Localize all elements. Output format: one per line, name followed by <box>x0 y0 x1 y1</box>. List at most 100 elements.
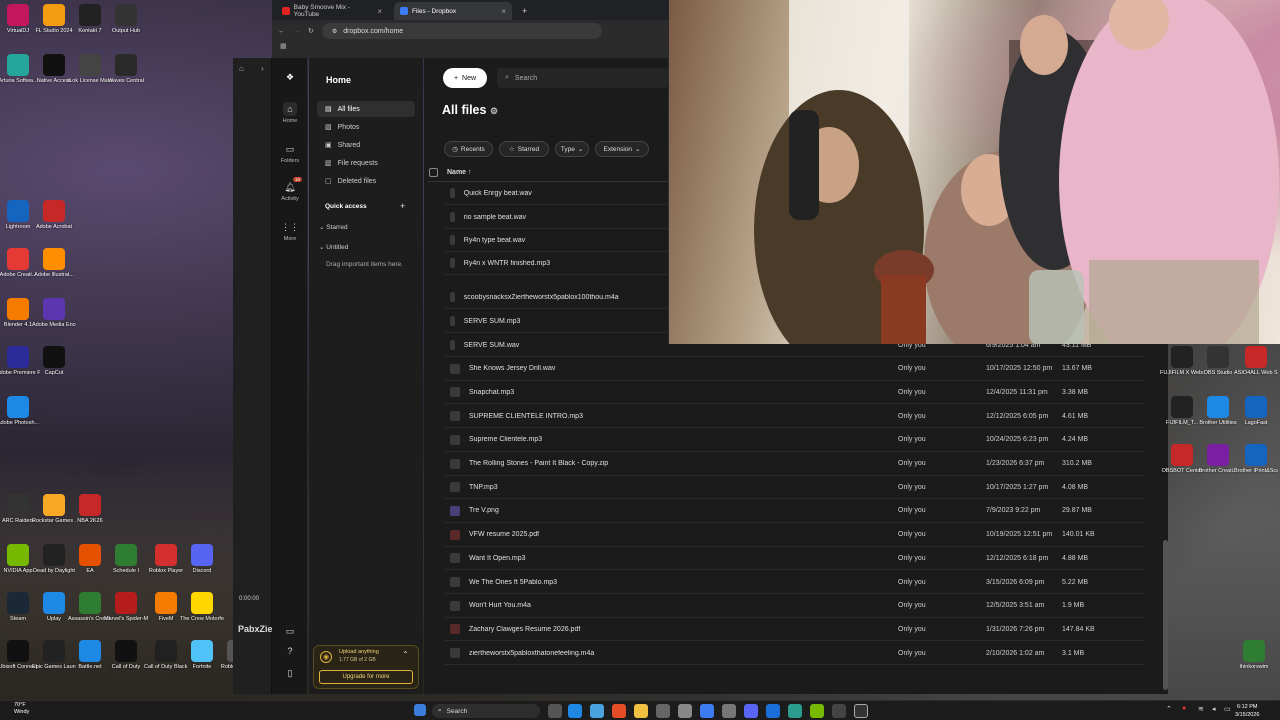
desktop-icon[interactable]: Adobe Media Encoder - Sl... <box>32 298 76 328</box>
store-icon[interactable] <box>678 704 692 718</box>
task-view-icon[interactable] <box>548 704 562 718</box>
table-row[interactable]: Ry4n x WNTR finished.mp3 <box>444 252 668 275</box>
home-icon[interactable]: ⌂ <box>239 64 244 73</box>
table-row[interactable]: Zachary Clawges Resume 2026.pdf Only you 1… <box>444 618 1144 642</box>
obs-icon[interactable] <box>854 704 868 718</box>
desktop-icon[interactable]: Adobe Acrobat <box>32 200 76 230</box>
tab-dropbox[interactable]: Files - Dropbox × <box>394 2 512 20</box>
rail-folders[interactable]: ▭ Folders <box>272 142 308 165</box>
new-button[interactable]: + New <box>443 68 487 88</box>
table-row[interactable]: rio sample beat.wav <box>444 206 668 229</box>
table-row[interactable]: scoobysnacksxZiertheworstx5pablox100thou… <box>444 286 668 309</box>
sidebar-item-photos[interactable]: ▧ Photos <box>317 119 415 135</box>
tab-youtube[interactable]: Baby Smoove Mix - YouTube × <box>276 2 388 20</box>
column-name[interactable]: Name ↑ <box>447 169 472 176</box>
desktop-icon[interactable]: CapCut <box>32 346 76 376</box>
dropbox-taskbar-icon[interactable] <box>700 704 714 718</box>
filter-extension[interactable]: Extension ⌄ <box>595 141 649 157</box>
table-row[interactable]: VFW resume 2025.pdf Only you 10/19/2025 12… <box>444 524 1144 547</box>
filter-recents[interactable]: ◷ Recents <box>444 141 493 157</box>
edge-icon[interactable] <box>568 704 582 718</box>
tray-chevron-icon[interactable]: ⌃ <box>1166 705 1172 713</box>
sidebar-item-file-requests[interactable]: ▥ File requests <box>317 155 415 171</box>
table-row[interactable]: Tre V.png Only you 7/9/2023 9:22 pm 29.87 M… <box>444 500 1144 523</box>
close-icon[interactable]: × <box>377 7 382 16</box>
desktop-icon[interactable]: Output Hub <box>104 4 148 34</box>
desktop-icon[interactable]: NBA 2K26 <box>68 494 112 524</box>
untitled-section[interactable]: ⌄ Untitled <box>319 243 348 251</box>
site-info-icon[interactable]: ⚙ <box>332 28 337 35</box>
settings-icon[interactable] <box>722 704 736 718</box>
search-input[interactable]: ⌕ Search <box>497 68 668 88</box>
volume-icon[interactable]: ◂ <box>1212 705 1216 713</box>
rail-more[interactable]: ⋮⋮ More <box>272 220 308 243</box>
table-row[interactable]: Supreme Clientele.mp3 Only you 10/24/2025 … <box>444 429 1144 452</box>
new-tab-button[interactable]: + <box>516 2 532 20</box>
app-icon[interactable] <box>832 704 846 718</box>
starred-section[interactable]: ⌄ Starred <box>319 223 348 231</box>
apps-icon[interactable]: ▦ <box>280 43 287 50</box>
chevron-up-icon[interactable]: ⌃ <box>402 650 409 659</box>
sidebar-item-all-files[interactable]: ▤ All files <box>317 101 415 117</box>
close-icon[interactable]: × <box>501 7 506 16</box>
desktop-icon[interactable]: Waves Central <box>104 54 148 84</box>
desktop-icon[interactable]: The Crew Motorfest <box>180 592 224 622</box>
table-row[interactable]: We The Ones ft 5Pablo.mp3 Only you 3/15/20… <box>444 571 1144 594</box>
table-row[interactable]: TNP.mp3 Only you 10/17/2025 1:27 pm 4.08 MB <box>444 476 1144 500</box>
copilot-icon[interactable] <box>590 704 604 718</box>
panel-icon[interactable]: ▯ <box>272 666 308 682</box>
desktop-icon[interactable]: LagoFast <box>1234 396 1278 426</box>
chevron-right-icon[interactable]: › <box>261 64 264 73</box>
rail-home[interactable]: ⌂ Home <box>272 102 308 124</box>
desktop-icon[interactable]: Adobe Photosh... <box>0 396 40 426</box>
table-row[interactable]: SERVE SUM.mp3 <box>444 310 668 333</box>
table-row[interactable]: Quick Enrgy beat.wav <box>444 182 668 205</box>
desktop-icon[interactable]: thinkorswim <box>1232 640 1276 670</box>
app-icon[interactable] <box>788 704 802 718</box>
table-row[interactable]: ziertheworstx5pabloxthatonefeeling.m4a On… <box>444 642 1144 666</box>
table-row[interactable]: Snapchat.mp3 Only you 12/4/2025 11:31 pm 3.… <box>444 381 1144 405</box>
table-row[interactable]: SUPREME CLIENTELE INTRO.mp3 Only you 12/12… <box>444 405 1144 429</box>
select-all-checkbox[interactable] <box>429 168 438 177</box>
weather-widget[interactable]: 70°F Windy <box>14 702 29 716</box>
taskbar-clock[interactable]: 6:12 PM 3/15/2026 <box>1235 703 1259 719</box>
feedback-icon[interactable]: ▭ <box>272 624 308 640</box>
taskbar-search[interactable]: ⌕ Search <box>432 704 540 718</box>
chrome-icon[interactable] <box>612 704 626 718</box>
wifi-icon[interactable]: ≋ <box>1198 705 1204 713</box>
desktop-icon[interactable]: Marvel's Spider-M... <box>104 592 148 622</box>
mail-icon[interactable] <box>656 704 670 718</box>
desktop-icon[interactable]: Schedule I <box>104 544 148 574</box>
desktop-icon[interactable]: ASIO4ALL Web Site <box>1234 346 1278 376</box>
desktop-icon[interactable]: Call of Duty <box>104 640 148 670</box>
filter-type[interactable]: Type ⌄ <box>555 141 589 157</box>
settings-icon[interactable]: ⚙ <box>490 106 498 116</box>
scrollbar[interactable] <box>1163 540 1168 690</box>
desktop-icon[interactable]: Adobe Illustrat... <box>32 248 76 278</box>
rail-activity[interactable]: 🔔︎ Activity 10 <box>272 177 308 202</box>
steam-icon[interactable] <box>766 704 780 718</box>
url-field[interactable]: ⚙ dropbox.com/home <box>321 23 602 39</box>
sidebar-item-shared[interactable]: ▣ Shared <box>317 137 415 153</box>
tray-app-icon[interactable]: ● <box>1182 705 1186 712</box>
table-row[interactable]: The Rolling Stones - Paint It Black - Co… <box>444 453 1144 476</box>
table-row[interactable]: Want It Open.mp3 Only you 12/12/2025 6:18 … <box>444 547 1144 571</box>
desktop-icon[interactable]: Brother iPrint&Scan <box>1234 444 1278 474</box>
table-row[interactable]: She Knows Jersey Drill.wav Only you 10/17/… <box>444 358 1144 381</box>
dropbox-logo-icon[interactable]: ❖ <box>272 70 308 86</box>
forward-icon[interactable]: → <box>293 28 300 35</box>
upgrade-button[interactable]: Upgrade for more <box>319 670 413 684</box>
nvidia-icon[interactable] <box>810 704 824 718</box>
help-icon[interactable]: ? <box>272 644 308 660</box>
start-icon[interactable] <box>414 704 426 716</box>
discord-icon[interactable] <box>744 704 758 718</box>
table-row[interactable]: Won't Hurt You.m4a Only you 12/5/2025 3:51… <box>444 595 1144 618</box>
desktop-icon[interactable]: Discord <box>180 544 224 574</box>
reload-icon[interactable]: ↻ <box>308 27 314 35</box>
table-row[interactable]: Ry4n type beat.wav <box>444 229 668 252</box>
file-explorer-icon[interactable] <box>634 704 648 718</box>
filter-starred[interactable]: ☆ Starred <box>499 141 549 157</box>
battery-icon[interactable]: ▭ <box>1224 705 1231 713</box>
sidebar-item-deleted-files[interactable]: ▢ Deleted files <box>317 173 415 189</box>
back-icon[interactable]: ← <box>278 28 285 35</box>
